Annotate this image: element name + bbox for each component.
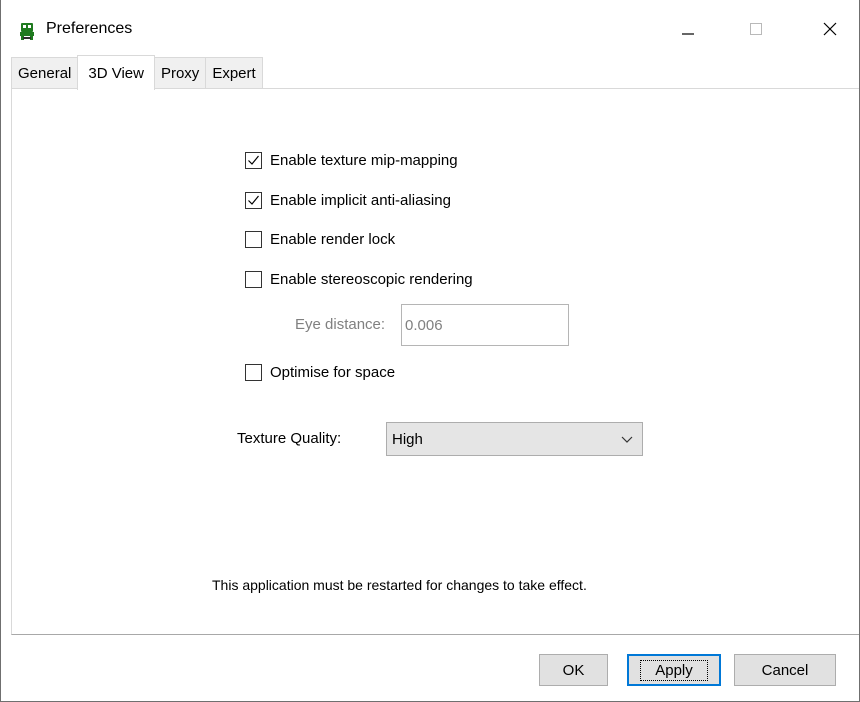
tab-3d-view[interactable]: 3D View	[77, 55, 155, 90]
render-lock-option[interactable]: Enable render lock	[245, 228, 395, 250]
optimise-space-option[interactable]: Optimise for space	[245, 361, 395, 383]
antialiasing-option[interactable]: Enable implicit anti-aliasing	[245, 189, 451, 211]
close-button[interactable]	[802, 8, 858, 54]
tab-general[interactable]: General	[11, 57, 79, 89]
antialiasing-checkbox[interactable]	[245, 191, 262, 209]
stereoscopic-label: Enable stereoscopic rendering	[270, 270, 473, 288]
optimise-space-label: Optimise for space	[270, 363, 396, 381]
robot-app-icon	[17, 21, 37, 41]
maximize-button[interactable]	[728, 8, 784, 54]
tab-strip: General 3D View Proxy Expert	[11, 55, 263, 90]
tab-expert[interactable]: Expert	[205, 57, 263, 89]
restart-note: This application must be restarted for c…	[212, 577, 587, 593]
eye-distance-label: Eye distance:	[295, 316, 386, 333]
eye-distance-value: 0.006	[405, 316, 443, 334]
checkmark-icon	[248, 195, 259, 205]
optimise-space-checkbox[interactable]	[245, 363, 262, 381]
apply-button-label: Apply	[640, 659, 708, 681]
close-icon	[822, 21, 838, 41]
mipmapping-option[interactable]: Enable texture mip-mapping	[245, 149, 458, 171]
stereoscopic-checkbox[interactable]	[245, 270, 262, 288]
ok-button[interactable]: OK	[539, 654, 608, 686]
maximize-icon	[749, 22, 763, 40]
mipmapping-checkbox[interactable]	[245, 151, 262, 169]
antialiasing-label: Enable implicit anti-aliasing	[270, 191, 451, 209]
ok-button-label: OK	[562, 661, 585, 679]
render-lock-checkbox[interactable]	[245, 230, 262, 248]
texture-quality-select[interactable]: High	[386, 422, 643, 456]
texture-quality-value: High	[392, 430, 423, 448]
cancel-button-label: Cancel	[761, 661, 809, 679]
tab-panel-3d-view: Enable texture mip-mapping Enable implic…	[11, 88, 859, 635]
eye-distance-input[interactable]: 0.006	[401, 304, 569, 346]
stereoscopic-option[interactable]: Enable stereoscopic rendering	[245, 268, 473, 290]
window-title: Preferences	[46, 20, 133, 37]
checkmark-icon	[248, 155, 259, 165]
render-lock-label: Enable render lock	[270, 230, 396, 248]
minimize-button[interactable]	[660, 8, 716, 54]
title-bar[interactable]: Preferences	[1, 0, 859, 60]
chevron-down-icon	[620, 432, 634, 450]
minimize-icon	[681, 22, 695, 40]
tab-proxy[interactable]: Proxy	[153, 57, 207, 89]
mipmapping-label: Enable texture mip-mapping	[270, 151, 458, 169]
cancel-button[interactable]: Cancel	[734, 654, 836, 686]
preferences-dialog: Preferences General 3D View Proxy Expert	[0, 0, 860, 702]
texture-quality-label: Texture Quality:	[237, 430, 342, 447]
apply-button[interactable]: Apply	[627, 654, 721, 686]
